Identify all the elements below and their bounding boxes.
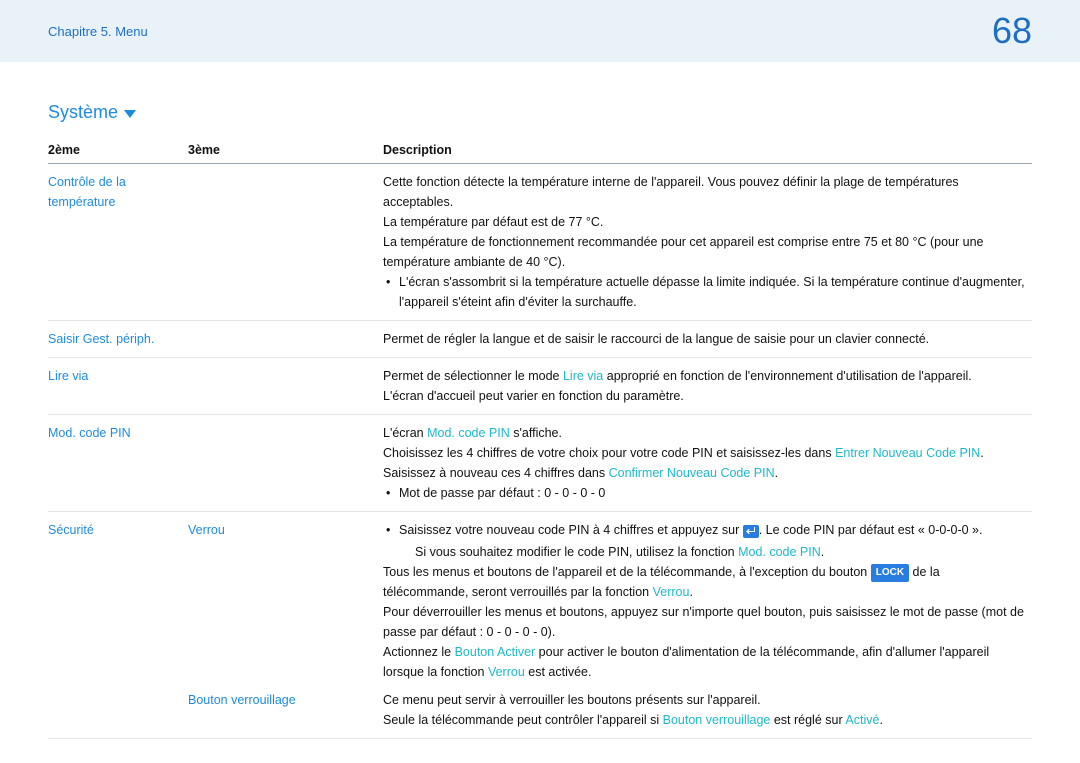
verrou-b1-sub: Si vous souhaitez modifier le code PIN, … <box>399 542 1026 562</box>
pin-d1a: L'écran <box>383 426 427 440</box>
cell-2eme: Lire via <box>48 358 188 415</box>
verrou-p3: Pour déverrouiller les menus et boutons,… <box>383 602 1026 642</box>
verrou-p2-link: Verrou <box>653 585 690 599</box>
btnlock-d2c: est réglé sur <box>770 713 845 727</box>
section-title-text: Système <box>48 102 118 123</box>
chevron-down-icon <box>124 110 136 118</box>
page-header: Chapitre 5. Menu 68 <box>0 0 1080 62</box>
row-saisir-gest-periph: Saisir Gest. périph. Permet de régler la… <box>48 321 1032 358</box>
chapter-label: Chapitre 5. Menu <box>48 24 148 39</box>
btnlock-d2-link1: Bouton verrouillage <box>663 713 771 727</box>
cell-description: L'écran Mod. code PIN s'affiche. Choisis… <box>383 415 1032 512</box>
cell-2eme: Mod. code PIN <box>48 415 188 512</box>
verrou-bullet: Saisissez votre nouveau code PIN à 4 chi… <box>383 520 1026 562</box>
cell-description: Ce menu peut servir à verrouiller les bo… <box>383 686 1032 739</box>
lire-d1a: Permet de sélectionner le mode <box>383 369 563 383</box>
row-controle-temperature: Contrôle de la température Cette fonctio… <box>48 164 1032 321</box>
table-header-row: 2ème 3ème Description <box>48 137 1032 164</box>
cell-2eme: Saisir Gest. périph. <box>48 321 188 358</box>
cell-2eme: Sécurité <box>48 512 188 687</box>
cell-3eme <box>188 415 383 512</box>
page-number: 68 <box>992 10 1032 52</box>
cell-2eme: Contrôle de la température <box>48 164 188 321</box>
row-securite-bouton-verrouillage: Bouton verrouillage Ce menu peut servir … <box>48 686 1032 739</box>
verrou-p4-link1: Bouton Activer <box>455 645 536 659</box>
lock-badge-icon: LOCK <box>871 564 909 582</box>
temp-desc-3: La température de fonctionnement recomma… <box>383 232 1026 272</box>
row-securite-verrou: Sécurité Verrou Saisissez votre nouveau … <box>48 512 1032 687</box>
verrou-b1sub-c: . <box>821 545 824 559</box>
pin-d2e: . <box>775 466 778 480</box>
row-mod-code-pin: Mod. code PIN L'écran Mod. code PIN s'af… <box>48 415 1032 512</box>
lire-d1-link: Lire via <box>563 369 603 383</box>
temp-desc-2: La température par défaut est de 77 °C. <box>383 212 1026 232</box>
col-description: Description <box>383 137 1032 164</box>
cell-3eme: Bouton verrouillage <box>188 686 383 739</box>
cell-description: Permet de sélectionner le mode Lire via … <box>383 358 1032 415</box>
verrou-p4a: Actionnez le <box>383 645 455 659</box>
row-lire-via: Lire via Permet de sélectionner le mode … <box>48 358 1032 415</box>
pin-d2a: Choisissez les 4 chiffres de votre choix… <box>383 446 835 460</box>
pin-d1-link: Mod. code PIN <box>427 426 510 440</box>
system-menu-table: 2ème 3ème Description Contrôle de la tem… <box>48 137 1032 739</box>
cell-2eme <box>48 686 188 739</box>
cell-3eme <box>188 164 383 321</box>
btnlock-d2e: . <box>879 713 882 727</box>
verrou-p2a: Tous les menus et boutons de l'appareil … <box>383 565 871 579</box>
pin-d2-link2: Confirmer Nouveau Code PIN <box>609 466 775 480</box>
verrou-b1a: Saisissez votre nouveau code PIN à 4 chi… <box>399 523 743 537</box>
pin-default-pw: Mot de passe par défaut : 0 - 0 - 0 - 0 <box>383 483 1026 503</box>
lire-d2: L'écran d'accueil peut varier en fonctio… <box>383 386 1026 406</box>
verrou-p4e: est activée. <box>525 665 592 679</box>
verrou-p4: Actionnez le Bouton Activer pour activer… <box>383 642 1026 682</box>
section-title[interactable]: Système <box>48 102 1032 123</box>
verrou-b1sub-link: Mod. code PIN <box>738 545 821 559</box>
cell-3eme <box>188 321 383 358</box>
verrou-p2d: . <box>689 585 692 599</box>
cell-description: Permet de régler la langue et de saisir … <box>383 321 1032 358</box>
cell-3eme <box>188 358 383 415</box>
btnlock-d2-link2: Activé <box>845 713 879 727</box>
verrou-b1sub-a: Si vous souhaitez modifier le code PIN, … <box>415 545 738 559</box>
btnlock-d1: Ce menu peut servir à verrouiller les bo… <box>383 690 1026 710</box>
verrou-p4-link2: Verrou <box>488 665 525 679</box>
verrou-p2: Tous les menus et boutons de l'appareil … <box>383 562 1026 602</box>
lire-d1c: approprié en fonction de l'environnement… <box>603 369 972 383</box>
btnlock-d2: Seule la télécommande peut contrôler l'a… <box>383 710 1026 730</box>
col-2eme: 2ème <box>48 137 188 164</box>
cell-description: Saisissez votre nouveau code PIN à 4 chi… <box>383 512 1032 687</box>
temp-desc-bullet: L'écran s'assombrit si la température ac… <box>383 272 1026 312</box>
pin-d1c: s'affiche. <box>510 426 562 440</box>
col-3eme: 3ème <box>188 137 383 164</box>
cell-3eme: Verrou <box>188 512 383 687</box>
cell-description: Cette fonction détecte la température in… <box>383 164 1032 321</box>
temp-desc-1: Cette fonction détecte la température in… <box>383 172 1026 212</box>
enter-key-icon <box>743 525 759 538</box>
verrou-b1b: . Le code PIN par défaut est « 0-0-0-0 »… <box>759 523 983 537</box>
content-area: Système 2ème 3ème Description Contrôle d… <box>0 62 1080 739</box>
btnlock-d2a: Seule la télécommande peut contrôler l'a… <box>383 713 663 727</box>
pin-d2-link1: Entrer Nouveau Code PIN <box>835 446 980 460</box>
